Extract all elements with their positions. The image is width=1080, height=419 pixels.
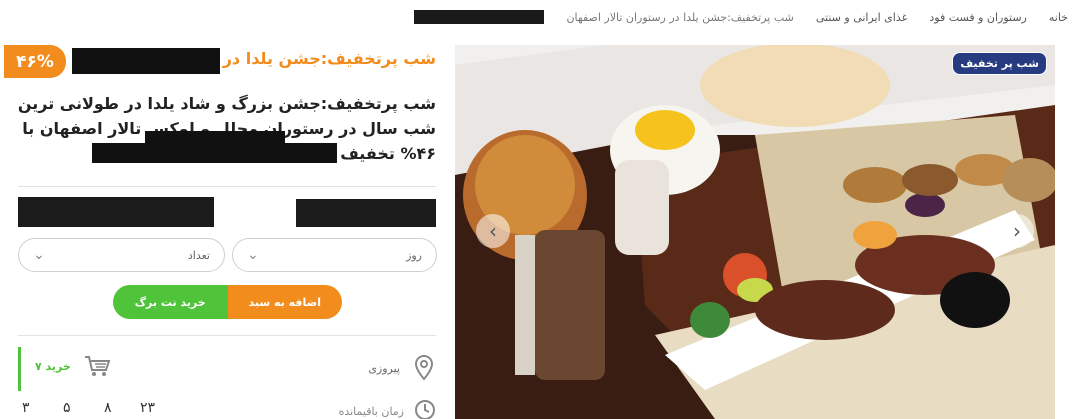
day-select[interactable]: روز ⌄ <box>232 238 437 272</box>
redaction-block <box>18 197 214 227</box>
chevron-down-icon: ⌄ <box>247 247 259 263</box>
breadcrumb-current: شب پرتخفیف:جشن یلدا در رستوران تالار اصف… <box>566 10 794 24</box>
location-text[interactable]: پیروزی <box>368 362 400 375</box>
breadcrumb-home[interactable]: خانه <box>1049 11 1068 24</box>
clock-icon <box>414 399 436 419</box>
chevron-right-icon[interactable]: › <box>1000 214 1034 248</box>
divider <box>18 335 436 336</box>
breadcrumb-iranian-food[interactable]: غذای ایرانی و سنتی <box>816 11 908 24</box>
cart-icon <box>83 354 111 382</box>
redaction-block <box>72 48 220 74</box>
day-select-value: روز <box>406 248 422 262</box>
redaction-block <box>296 199 436 227</box>
count-select-value: تعداد <box>187 248 210 262</box>
timer-days: ۲۳ <box>140 400 156 416</box>
deal-photo-gallery[interactable]: شب پر تخفیف ‹ › <box>455 45 1055 419</box>
deal-page: خانه رستوران و فست فود غذای ایرانی و سنت… <box>0 0 1080 419</box>
divider <box>18 186 436 187</box>
photo-badge: شب پر تخفیف <box>952 52 1047 75</box>
add-to-cart-button[interactable]: اضافه به سبد <box>227 285 342 319</box>
breadcrumb-restaurant[interactable]: رستوران و فست فود <box>929 11 1027 24</box>
food-photo <box>455 45 1055 419</box>
location-pin-icon <box>414 354 434 385</box>
countdown-timer: زمان باقیمانده ۲۳ ۸ ۵ ۳ <box>18 397 438 419</box>
timer-hours: ۸ <box>104 400 112 416</box>
redaction-block <box>414 10 545 24</box>
chevron-left-icon[interactable]: ‹ <box>476 214 510 248</box>
breadcrumb: خانه رستوران و فست فود غذای ایرانی و سنت… <box>0 0 1080 34</box>
redaction-block <box>92 143 337 163</box>
deal-meta: پیروزی ۷ خرید <box>18 347 438 391</box>
timer-minutes: ۵ <box>63 400 71 416</box>
discount-badge: ۴۶% <box>4 45 66 78</box>
count-select[interactable]: تعداد ⌄ <box>18 238 225 272</box>
purchase-buttons: خرید نت برگ اضافه به سبد <box>113 285 342 319</box>
deal-info-panel: ۴۶% شب پرتخفیف:جشن یلدا در رستوران تالار… <box>0 45 440 419</box>
chevron-down-icon: ⌄ <box>33 247 45 263</box>
timer-label: زمان باقیمانده <box>338 405 404 418</box>
buy-netbarg-button[interactable]: خرید نت برگ <box>113 285 228 319</box>
timer-seconds: ۳ <box>22 400 30 416</box>
sold-count: ۷ خرید <box>35 360 71 373</box>
